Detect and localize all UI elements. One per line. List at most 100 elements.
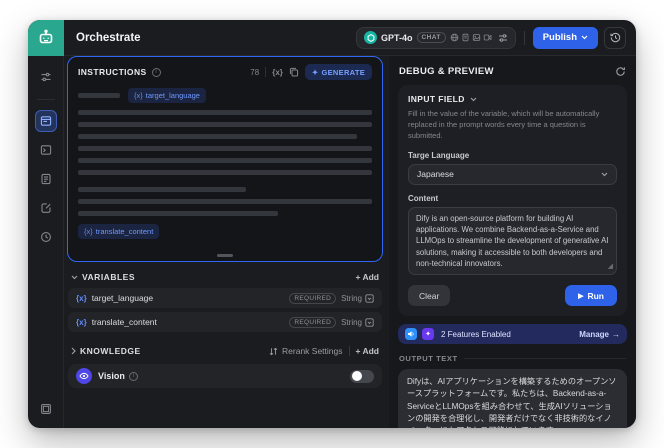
resize-grip-icon[interactable]: ◢ [608, 262, 613, 272]
target-language-select[interactable]: Japanese [408, 163, 617, 185]
variable-name: translate_content [91, 317, 157, 327]
vision-toggle[interactable] [350, 369, 374, 383]
variables-header: VARIABLES + Add [71, 272, 379, 282]
prompt-text-placeholder [78, 93, 120, 98]
plus-icon: + [355, 272, 361, 282]
eye-icon [76, 368, 92, 384]
chevron-down-icon [581, 35, 588, 40]
variable-type[interactable]: String [341, 294, 374, 303]
run-label: Run [587, 290, 604, 301]
rail-item-logs[interactable] [35, 168, 57, 190]
rail-item-orchestrate[interactable] [34, 110, 57, 132]
knowledge-header: KNOWLEDGE Rerank Settings + Add [71, 346, 379, 356]
type-dropdown-icon [365, 293, 374, 303]
info-icon: i [128, 371, 138, 381]
image-icon [472, 34, 481, 41]
field-label-content: Content [408, 193, 439, 203]
variable-token: {x} [84, 227, 93, 236]
more-like-this-feature-icon: ✦ [422, 328, 434, 341]
variable-chip-translate-content[interactable]: {x} translate_content [78, 224, 160, 239]
rail-item-annotations[interactable] [35, 197, 57, 219]
instructions-title: INSTRUCTIONS [78, 67, 147, 77]
rerank-settings-button[interactable]: Rerank Settings [269, 346, 343, 356]
page-title: Orchestrate [76, 31, 141, 44]
resize-handle[interactable] [217, 254, 233, 257]
history-icon [610, 32, 620, 43]
version-history-button[interactable] [604, 26, 626, 49]
prompt-text-placeholder [78, 199, 372, 204]
output-text: Difyは、AIアプリケーションを構築するためのオープンソースプラットフォームで… [407, 377, 617, 428]
rail-divider [36, 99, 55, 100]
variable-token: {x} [76, 317, 87, 327]
generate-button[interactable]: ✦ GENERATE [304, 64, 372, 80]
chevron-right-icon[interactable] [71, 347, 76, 355]
prompt-text-placeholder [78, 110, 372, 115]
variable-type-label: String [341, 293, 362, 303]
openai-icon [364, 31, 377, 44]
publish-button[interactable]: Publish [532, 26, 598, 49]
publish-label: Publish [542, 32, 577, 43]
debug-title: DEBUG & PREVIEW [399, 66, 494, 77]
plus-icon: + [355, 346, 361, 356]
model-capability-icons [450, 33, 492, 42]
model-mode-badge: CHAT [416, 32, 446, 43]
divider [348, 346, 350, 356]
app-logo [28, 20, 64, 56]
instructions-editor[interactable]: INSTRUCTIONS i 78 {x} ✦ GENERATE {x} tar… [67, 56, 383, 262]
content-value: Dify is an open-source platform for buil… [416, 213, 609, 268]
prompt-text-placeholder [78, 134, 358, 139]
divider [265, 67, 267, 77]
play-icon: ▶ [578, 292, 584, 300]
variable-chip-target-language[interactable]: {x} target_language [128, 88, 206, 103]
rerank-icon [269, 347, 278, 355]
input-field-description: Fill in the value of the variable, which… [408, 109, 600, 140]
variable-row-target-language[interactable]: {x} target_language REQUIRED String [68, 288, 382, 308]
variables-title: VARIABLES [82, 272, 135, 282]
speech-feature-icon [405, 328, 417, 341]
chevron-down-icon[interactable] [71, 275, 78, 280]
model-params-icon[interactable] [498, 33, 508, 43]
content-textarea[interactable]: Dify is an open-source platform for buil… [408, 206, 617, 276]
variable-chip-label: translate_content [95, 227, 154, 236]
output-bubble: Difyは、AIアプリケーションを構築するためのオープンソースプラットフォームで… [398, 369, 627, 428]
input-field-title: INPUT FIELD [408, 94, 465, 104]
debug-panel: DEBUG & PREVIEW INPUT FIELD Fill in the … [389, 56, 636, 428]
field-label-target-language: Targe Language [408, 150, 470, 160]
clear-button[interactable]: Clear [408, 285, 451, 307]
app-window: Orchestrate GPT-4o CHAT Publish INSTRUCT… [28, 20, 636, 428]
manage-label: Manage [579, 329, 609, 339]
output-text-header: OUTPUT TEXT [399, 354, 626, 363]
prompt-text-placeholder [78, 187, 246, 192]
variable-row-translate-content[interactable]: {x} translate_content REQUIRED String [68, 312, 382, 332]
insert-variable-icon[interactable]: {x} [272, 68, 283, 77]
info-icon: i [151, 67, 161, 77]
header-divider [523, 30, 525, 45]
copy-icon[interactable] [289, 67, 299, 77]
model-tuning-icon[interactable] [35, 66, 57, 88]
features-enabled-bar[interactable]: ✦ 2 Features Enabled Manage → [398, 324, 627, 345]
type-dropdown-icon [365, 317, 374, 327]
variable-name: target_language [91, 293, 154, 303]
prompt-text-placeholder [78, 158, 372, 163]
rail-item-monitoring[interactable] [35, 226, 57, 248]
refresh-icon[interactable] [615, 66, 626, 77]
variable-type[interactable]: String [341, 318, 374, 327]
model-selector[interactable]: GPT-4o CHAT [356, 26, 516, 49]
add-label: Add [362, 272, 379, 282]
chevron-down-icon [601, 172, 608, 176]
add-variable-button[interactable]: + Add [356, 272, 380, 282]
run-button[interactable]: ▶ Run [565, 285, 617, 307]
prompt-text-placeholder [78, 211, 278, 216]
prompt-text-placeholder [78, 122, 372, 127]
prompt-text-placeholder [78, 170, 372, 175]
knowledge-title: KNOWLEDGE [80, 346, 141, 356]
divider-line [463, 358, 626, 360]
manage-features-link[interactable]: Manage → [579, 330, 620, 339]
rail-item-preview[interactable] [35, 139, 57, 161]
model-name: GPT-4o [381, 32, 413, 43]
chevron-down-icon[interactable] [470, 97, 477, 102]
vision-label: Vision [98, 371, 125, 381]
add-knowledge-button[interactable]: + Add [356, 346, 380, 356]
document-icon [462, 33, 469, 42]
collapse-panel-icon[interactable] [35, 398, 57, 420]
